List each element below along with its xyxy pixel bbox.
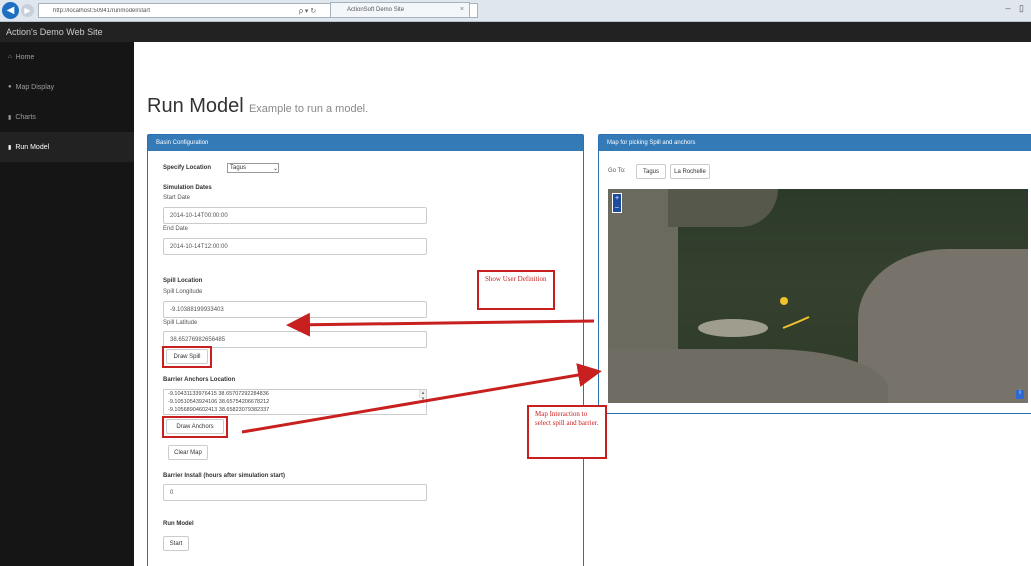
show-user-definition-callout: Show User Definition	[477, 270, 555, 310]
barrier-line[interactable]	[782, 316, 810, 329]
map-interaction-callout: Map Interaction to select spill and barr…	[527, 405, 607, 459]
draw-anchors-highlight	[162, 416, 228, 438]
spill-marker[interactable]	[780, 297, 788, 305]
show-definition-arrow	[286, 312, 595, 337]
callout-text: Map Interaction to select spill and barr…	[535, 410, 599, 427]
callout-text: Show User Definition	[485, 275, 547, 283]
draw-spill-highlight	[162, 346, 212, 368]
